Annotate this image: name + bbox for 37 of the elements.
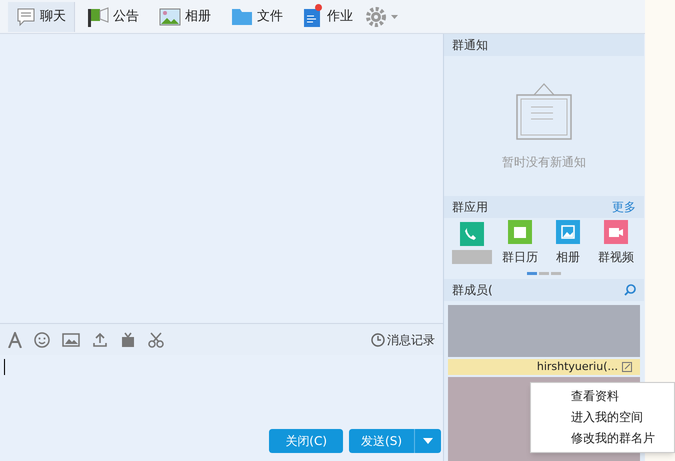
font-icon[interactable] bbox=[8, 332, 22, 348]
video-camera-app-icon[interactable] bbox=[604, 220, 628, 244]
scissors-icon[interactable] bbox=[148, 332, 166, 348]
picture-icon bbox=[159, 8, 181, 26]
toolbar-tab[interactable]: 相册 bbox=[151, 2, 219, 32]
blurred-label bbox=[452, 250, 492, 264]
image-icon[interactable] bbox=[62, 332, 80, 346]
app-label[interactable]: 群日历 bbox=[502, 248, 538, 266]
message-history-button[interactable]: 消息记录 bbox=[371, 330, 435, 348]
phone-app-icon[interactable] bbox=[460, 222, 484, 246]
upload-icon[interactable] bbox=[92, 332, 108, 348]
toolbar-tab[interactable]: 文件 bbox=[223, 2, 291, 32]
empty-notice-text: 暂时没有新通知 bbox=[502, 154, 586, 171]
settings-icon[interactable] bbox=[365, 6, 387, 28]
toolbar-tab[interactable]: 聊天 bbox=[8, 2, 75, 32]
panel-title: 群成员( bbox=[452, 282, 493, 299]
caret-icon bbox=[423, 438, 433, 444]
chat-bubble-icon bbox=[16, 8, 36, 26]
flag-icon bbox=[87, 6, 109, 26]
menu-item[interactable]: 查看资料 bbox=[531, 386, 674, 407]
panel-title: 群通知 bbox=[452, 37, 488, 54]
picture-app-icon[interactable] bbox=[556, 220, 580, 244]
menu-item[interactable]: 进入我的空间 bbox=[531, 407, 674, 428]
app-label[interactable]: 群视频 bbox=[598, 248, 634, 266]
toolbar-tab[interactable]: 作业 bbox=[295, 2, 361, 32]
panel-title: 群应用 bbox=[452, 199, 488, 216]
search-icon[interactable] bbox=[624, 284, 636, 296]
document-icon bbox=[303, 6, 323, 26]
smiley-icon[interactable] bbox=[34, 332, 50, 348]
folder-icon bbox=[231, 8, 253, 26]
clock-icon bbox=[371, 332, 385, 346]
menu-item[interactable]: 修改我的群名片 bbox=[531, 428, 674, 449]
edit-icon[interactable] bbox=[622, 362, 632, 372]
empty-noticeboard-icon bbox=[515, 81, 573, 141]
toolbar-tab[interactable]: 公告 bbox=[79, 2, 147, 32]
caret-icon[interactable] bbox=[391, 14, 398, 18]
app-label[interactable]: 相册 bbox=[556, 248, 580, 266]
